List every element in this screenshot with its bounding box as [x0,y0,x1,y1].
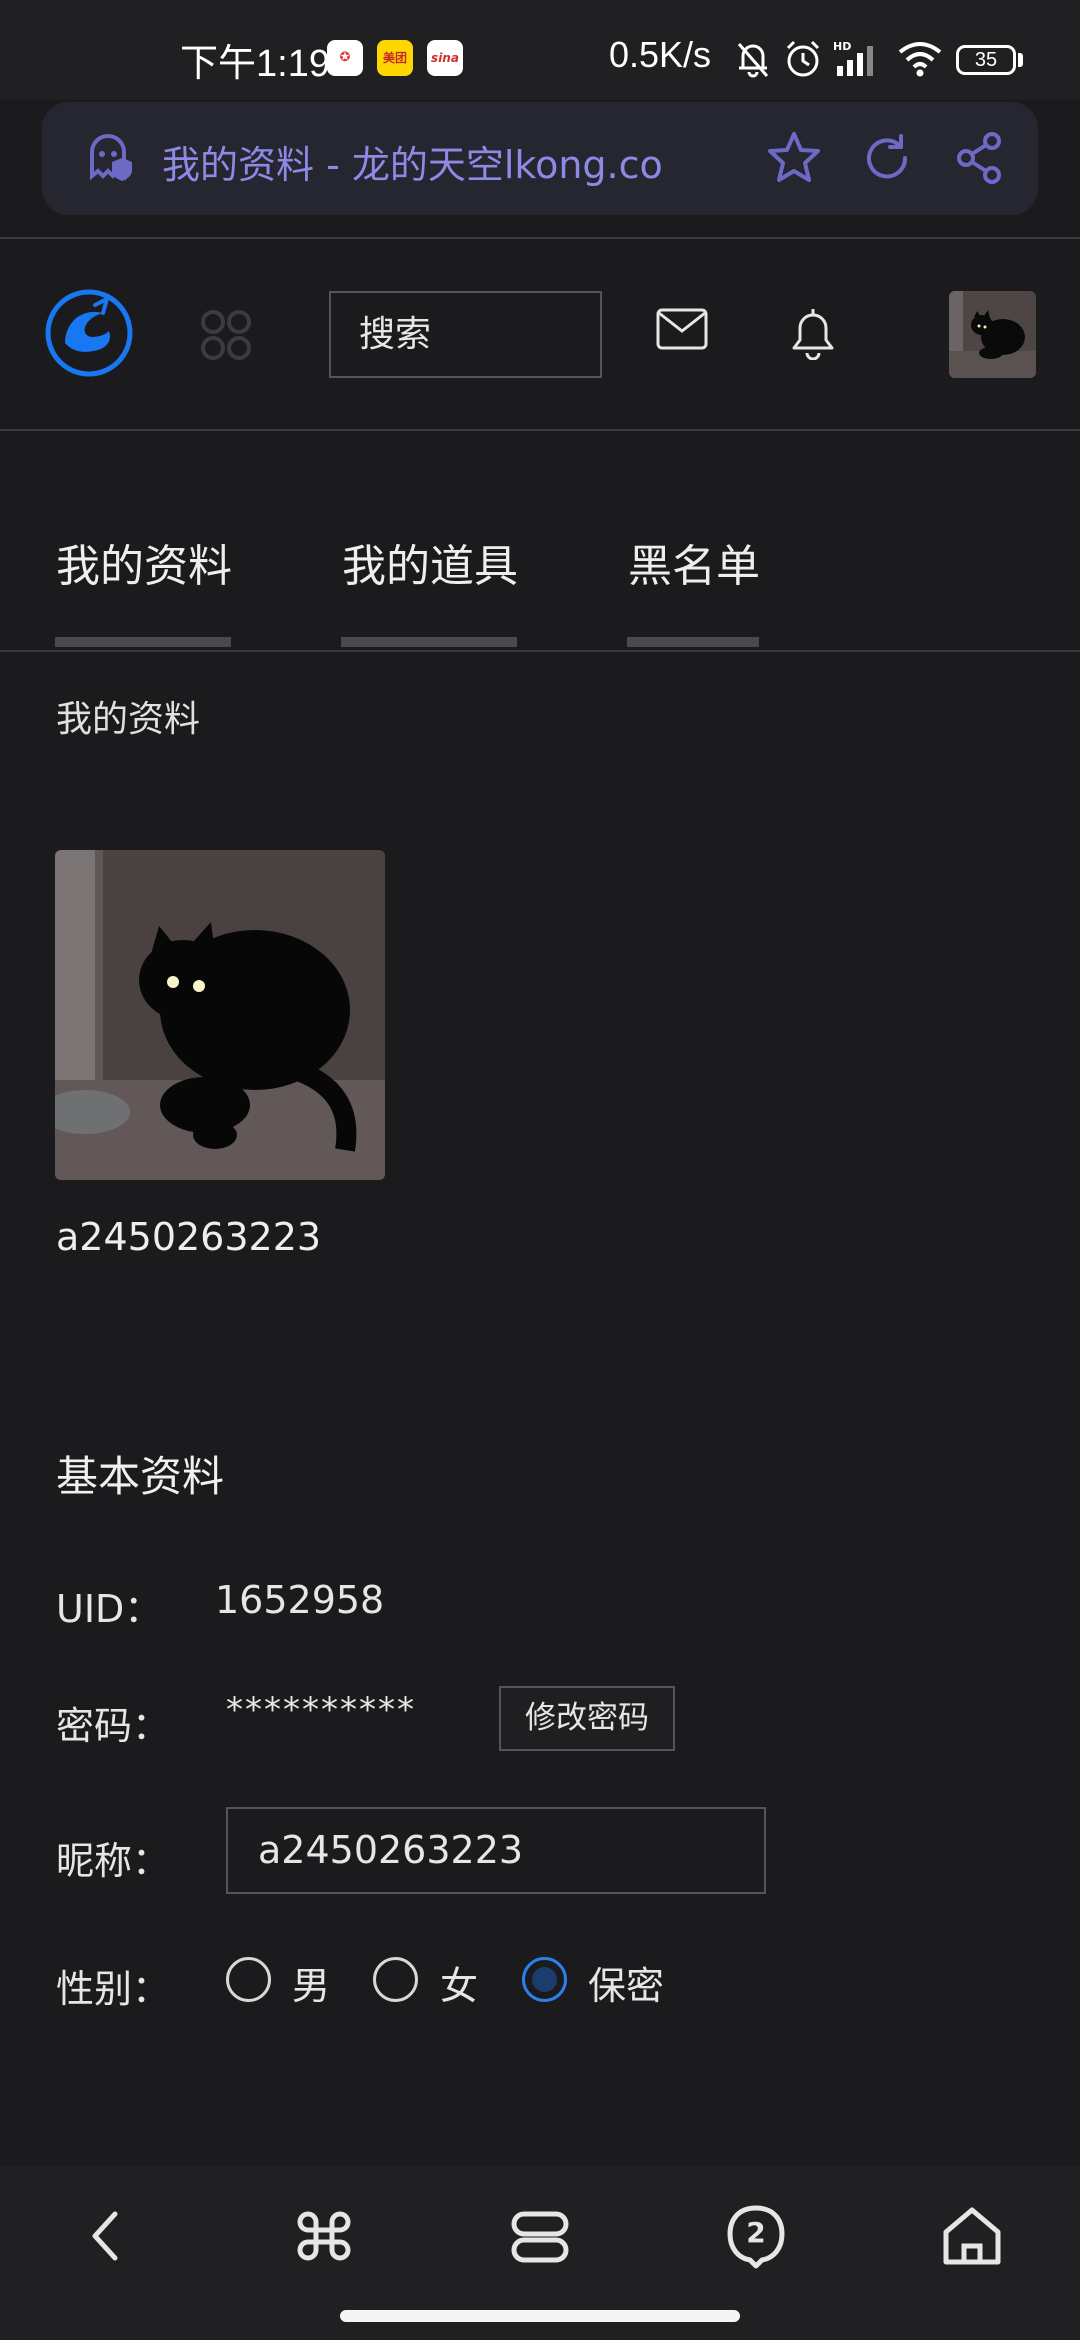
gender-radio-secret[interactable] [522,1957,567,2002]
tabs-count: 2 [746,2216,766,2249]
uid-value: 1652958 [215,1578,385,1622]
gender-option-female[interactable]: 女 [440,1955,478,2010]
profile-photo[interactable] [55,850,385,1180]
user-avatar[interactable] [949,291,1036,378]
password-value: ********** [226,1690,416,1730]
gender-radio-male[interactable] [226,1957,271,2002]
gender-label: 性别： [56,1967,171,2011]
browser-bottom-nav: 2 [0,2166,1080,2340]
basic-info-heading: 基本资料 [56,1452,225,1501]
apps-grid-icon[interactable] [199,308,253,362]
tab-my-items[interactable]: 我的道具 [342,530,518,594]
nickname-label: 昵称： [56,1839,171,1883]
uid-label: UID： [56,1587,163,1631]
status-time: 下午1:19 [180,43,330,85]
tab-underline [55,637,231,647]
gender-option-male[interactable]: 男 [292,1955,330,2010]
notification-app-icon: ✪ [327,40,363,76]
back-icon[interactable] [71,2200,143,2272]
net-speed: 0.5K/s [609,34,712,75]
star-bookmark-icon[interactable] [764,128,824,188]
gesture-home-indicator[interactable] [340,2310,740,2322]
password-label: 密码： [56,1704,171,1748]
status-bar: 下午1:19 ✪ 美团 sina 0.5K/s HD 35 [0,0,1080,100]
tab-blacklist[interactable]: 黑名单 [628,530,760,594]
section-title: 我的资料 [56,699,201,740]
alarm-icon [786,40,820,77]
gender-radio-female[interactable] [373,1957,418,2002]
header-divider [0,429,1080,431]
svg-text:HD: HD [833,40,851,53]
profile-tabs: 我的资料 我的道具 黑名单 [0,440,1080,650]
battery-tip [1018,53,1023,67]
site-header: 搜索 [0,240,1080,430]
mail-icon[interactable] [656,308,708,350]
battery-indicator: 35 [956,45,1016,75]
search-input[interactable]: 搜索 [329,291,602,378]
sina-app-icon: sina [427,40,463,76]
tabs-divider [0,650,1080,652]
meituan-app-icon: 美团 [377,40,413,76]
change-password-button[interactable]: 修改密码 [499,1686,675,1751]
refresh-icon[interactable] [857,128,917,188]
username: a2450263223 [56,1215,322,1259]
wifi-icon [898,42,942,77]
browser-divider [0,237,1080,239]
tab-my-profile[interactable]: 我的资料 [56,530,232,594]
tab-underline [341,637,517,647]
window-switcher-icon[interactable] [504,2200,576,2272]
tabs-button[interactable]: 2 [720,2200,792,2272]
signal-icon: HD [833,40,873,76]
menu-icon[interactable] [288,2200,360,2272]
share-icon[interactable] [950,128,1010,188]
site-security-icon[interactable] [82,128,142,188]
url-text[interactable]: 我的资料 - 龙的天空lkong.co [162,134,742,189]
tab-underline [627,637,759,647]
gender-option-secret[interactable]: 保密 [588,1955,664,2010]
notification-bell-icon[interactable] [786,304,840,360]
home-icon[interactable] [936,2200,1008,2272]
mute-bell-icon [737,43,769,78]
site-logo-icon[interactable] [43,287,135,379]
browser-url-bar[interactable]: 我的资料 - 龙的天空lkong.co [42,102,1038,215]
nickname-input[interactable]: a2450263223 [226,1807,766,1894]
